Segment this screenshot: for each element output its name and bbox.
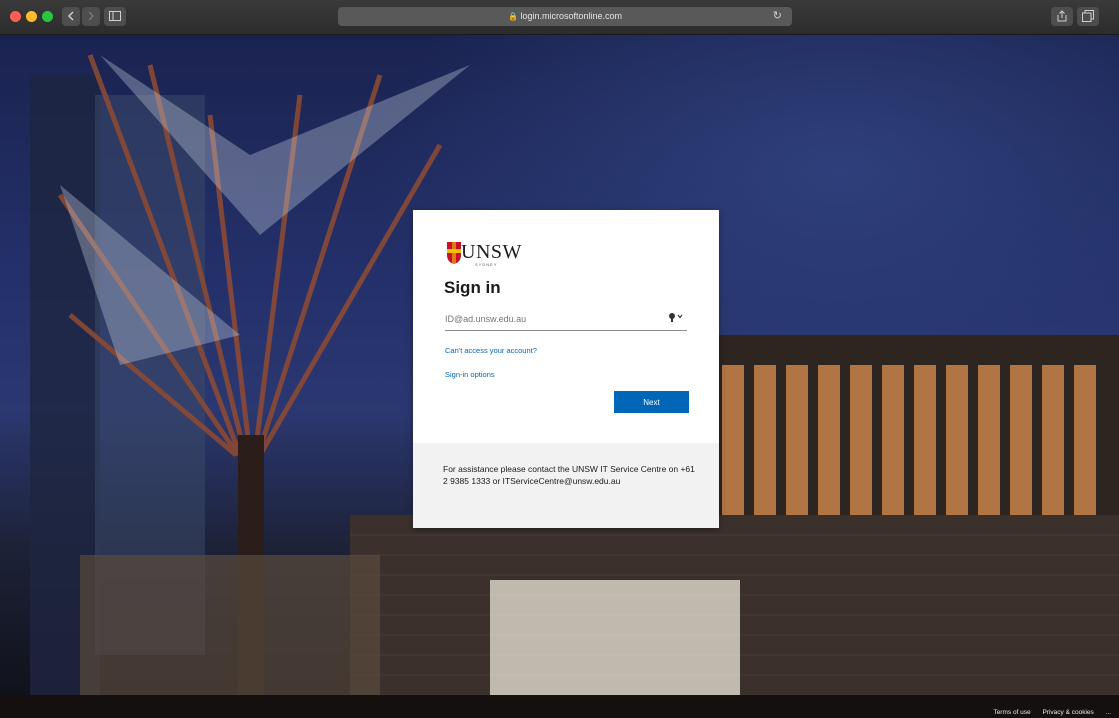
reload-icon[interactable]: ↻ [773,7,782,26]
close-window-button[interactable] [10,11,21,22]
share-button[interactable] [1051,7,1073,26]
url-text: login.microsoftonline.com [520,11,623,21]
tabs-button[interactable] [1077,7,1099,26]
email-field[interactable] [445,308,687,331]
next-button[interactable]: Next [614,391,689,413]
minimize-window-button[interactable] [26,11,37,22]
terms-of-use-link[interactable]: Terms of use [993,709,1030,716]
browser-toolbar: 🔒 login.microsoftonline.com ↻ [0,0,1119,35]
brand-name: UNSW [461,241,522,263]
brand-subtitle: SYDNEY [475,262,498,267]
cant-access-account-link[interactable]: Can't access your account? [445,346,537,355]
address-bar[interactable]: 🔒 login.microsoftonline.com ↻ [338,7,792,26]
chevron-right-icon [88,11,95,21]
privacy-cookies-link[interactable]: Privacy & cookies [1042,709,1093,716]
sign-in-options-link[interactable]: Sign-in options [445,370,495,379]
key-icon[interactable] [668,311,684,323]
forward-button[interactable] [82,7,100,26]
page-footer: Terms of use Privacy & cookies ... [983,709,1111,716]
assistance-panel: For assistance please contact the UNSW I… [413,443,719,528]
chevron-left-icon [67,11,74,21]
sign-in-card: UNSW SYDNEY Sign in Can't access your ac… [413,210,719,528]
more-options-link[interactable]: ... [1106,709,1111,716]
unsw-crest-icon [447,242,461,264]
lock-icon: 🔒 [507,12,518,21]
tabs-icon [1082,10,1094,22]
page-title: Sign in [444,278,501,297]
assistance-text: For assistance please contact the UNSW I… [443,464,695,486]
sidebar-button[interactable] [104,7,126,26]
sign-in-form: UNSW SYDNEY Sign in Can't access your ac… [413,210,719,443]
sidebar-icon [109,11,121,21]
share-icon [1057,10,1067,22]
back-button[interactable] [62,7,80,26]
zoom-window-button[interactable] [42,11,53,22]
